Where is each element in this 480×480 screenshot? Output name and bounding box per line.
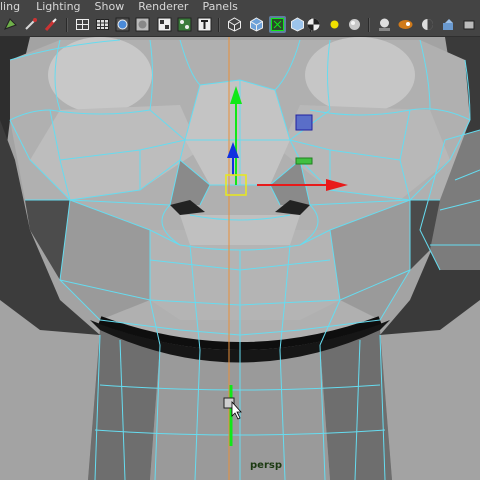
sphere-icon[interactable] [346, 16, 363, 33]
panel-menu-bar: ling Lighting Show Renderer Panels [0, 0, 480, 14]
lasso-icon[interactable] [22, 16, 39, 33]
ambient-occlusion-icon[interactable] [440, 16, 457, 33]
default-lights-icon[interactable] [376, 16, 393, 33]
isolate-icon[interactable] [226, 16, 243, 33]
menu-panels[interactable]: Panels [202, 0, 237, 14]
menu-lighting[interactable]: Lighting [36, 0, 80, 14]
select-camera-icon[interactable] [2, 16, 19, 33]
grid-icon[interactable] [94, 16, 111, 33]
panel-toolbar [0, 14, 480, 37]
xray-icon[interactable] [269, 16, 286, 33]
checker-icon[interactable] [305, 16, 322, 33]
wireframe-icon[interactable] [74, 16, 91, 33]
shaded-cube-icon[interactable] [248, 16, 265, 33]
face-mesh [0, 37, 480, 480]
render-icon[interactable] [397, 16, 414, 33]
camera-name-label: persp [250, 460, 282, 471]
text-icon[interactable] [196, 16, 213, 33]
light-bulb-icon[interactable] [326, 16, 343, 33]
texture-icon-2[interactable] [176, 16, 193, 33]
menu-show[interactable]: Show [95, 0, 125, 14]
plane-handle-xy [295, 157, 313, 165]
perspective-viewport[interactable] [0, 37, 480, 480]
smooth-shade-icon[interactable] [114, 16, 131, 33]
plane-handle-xz [295, 114, 313, 131]
half-sphere-icon[interactable] [419, 16, 436, 33]
flat-shade-icon[interactable] [134, 16, 151, 33]
texture-icon[interactable] [156, 16, 173, 33]
more-tools-icon[interactable] [461, 16, 478, 33]
menu-shading-partial[interactable]: ling [0, 0, 20, 14]
brush-icon[interactable] [42, 16, 59, 33]
wire-on-shaded-icon[interactable] [289, 16, 306, 33]
menu-renderer[interactable]: Renderer [138, 0, 188, 14]
